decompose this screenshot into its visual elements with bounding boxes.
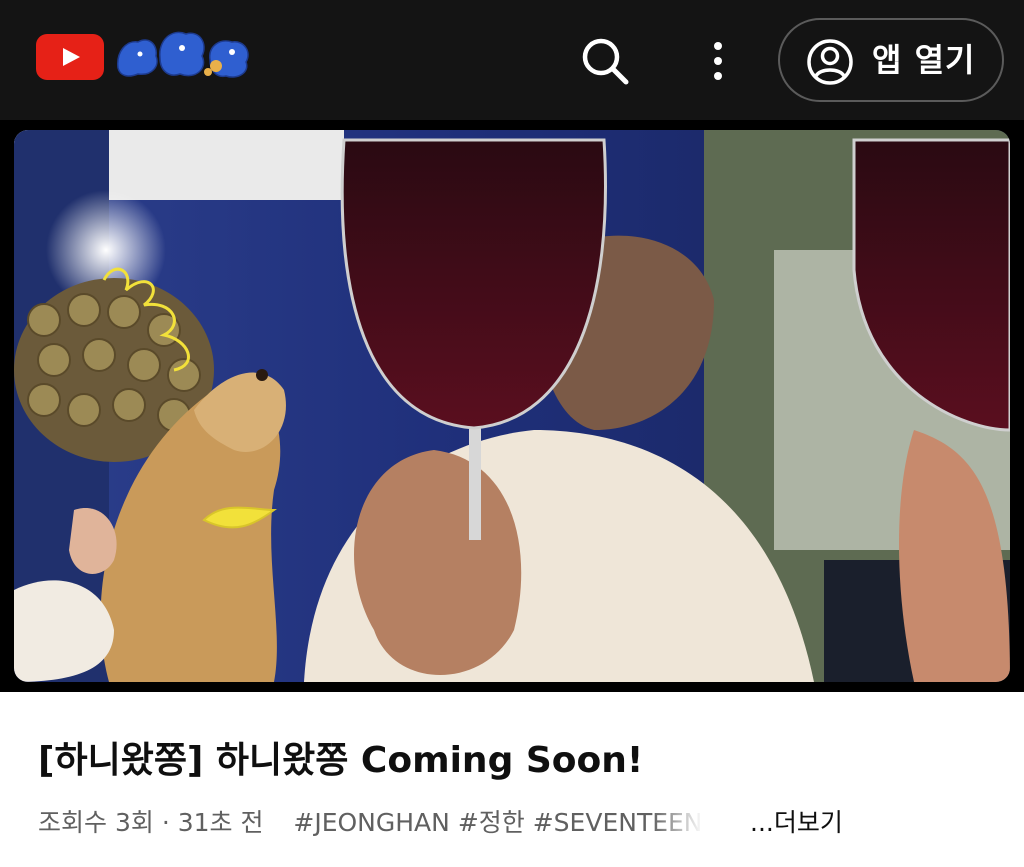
open-app-label: 앱 열기 (872, 41, 976, 79)
hashtag-seventeen[interactable]: #SEVENTEEN (533, 808, 703, 837)
video-title: [하니왔쫑] 하니왔쫑 Coming Soon! (38, 740, 644, 781)
top-app-bar: 앱 열기 (0, 0, 1024, 120)
hashtag-jeonghan-korean[interactable]: #정한 (458, 808, 525, 837)
meta-separator: · (161, 808, 170, 837)
search-button[interactable] (578, 34, 632, 88)
blue-creatures-doodle-icon[interactable] (112, 22, 254, 84)
more-vertical-icon (714, 42, 722, 50)
more-vertical-icon (714, 72, 722, 80)
show-more-link[interactable]: ...더보기 (750, 803, 843, 843)
video-metadata: 조회수 3회 · 31초 전 #JEONGHAN #정한 #SEVENTEEN (38, 803, 703, 843)
account-circle-icon (807, 39, 853, 85)
open-app-button[interactable]: 앱 열기 (778, 18, 1004, 102)
youtube-logo-icon[interactable] (36, 34, 104, 80)
upload-time: 31초 전 (177, 808, 264, 837)
hashtag-jeonghan[interactable]: #JEONGHAN (293, 808, 449, 837)
video-thumbnail-image[interactable] (14, 130, 1010, 682)
more-vertical-icon (714, 57, 722, 65)
view-count: 조회수 3회 (38, 808, 154, 837)
search-icon (582, 38, 629, 85)
more-options-button[interactable] (700, 34, 736, 88)
